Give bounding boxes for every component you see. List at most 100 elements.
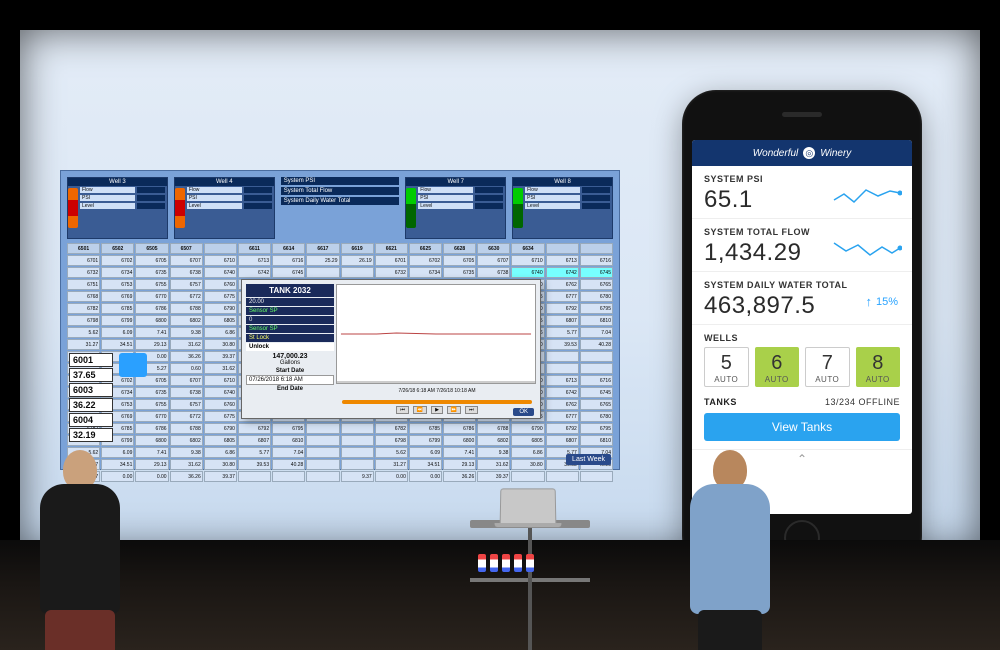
grid-cell[interactable]: 6790 — [204, 303, 237, 314]
grid-cell[interactable]: 6625 — [409, 243, 442, 254]
grid-cell[interactable] — [580, 363, 613, 374]
well-tile[interactable]: 6AUTO — [755, 347, 800, 387]
grid-cell[interactable]: 6745 — [580, 387, 613, 398]
grid-cell[interactable]: 6755 — [135, 399, 168, 410]
grid-cell[interactable]: 39.53 — [546, 339, 579, 350]
grid-cell[interactable]: 6777 — [546, 291, 579, 302]
grid-cell[interactable] — [341, 459, 374, 470]
grid-cell[interactable]: 6810 — [580, 315, 613, 326]
grid-cell[interactable]: 34.51 — [101, 339, 134, 350]
grid-cell[interactable]: 6790 — [511, 423, 544, 434]
grid-cell[interactable]: 6805 — [204, 435, 237, 446]
grid-cell[interactable]: 6799 — [409, 435, 442, 446]
grid-cell[interactable] — [546, 351, 579, 362]
metric-daily-water-total[interactable]: SYSTEM DAILY WATER TOTAL 463,897.5 ↑ 15% — [692, 272, 912, 325]
grid-cell[interactable]: 31.27 — [375, 459, 408, 470]
grid-cell[interactable]: 6716 — [272, 255, 305, 266]
grid-cell[interactable]: 9.38 — [170, 327, 203, 338]
metric-system-psi[interactable]: SYSTEM PSI 65.1 — [692, 166, 912, 219]
grid-cell[interactable]: 6702 — [409, 255, 442, 266]
grid-cell[interactable]: 6788 — [170, 423, 203, 434]
grid-cell[interactable]: 31.27 — [67, 339, 100, 350]
grid-cell[interactable]: 6742 — [546, 387, 579, 398]
grid-cell[interactable]: 6770 — [135, 411, 168, 422]
playback-button[interactable]: ▶ — [431, 406, 443, 414]
grid-cell[interactable]: 30.80 — [204, 459, 237, 470]
grid-cell[interactable]: 6745 — [580, 267, 613, 278]
grid-cell[interactable]: 6621 — [375, 243, 408, 254]
grid-cell[interactable]: 31.62 — [477, 459, 510, 470]
grid-cell[interactable]: 29.13 — [135, 459, 168, 470]
grid-cell[interactable]: 6800 — [443, 435, 476, 446]
grid-cell[interactable]: 6807 — [238, 435, 271, 446]
grid-cell[interactable]: 6614 — [272, 243, 305, 254]
grid-cell[interactable]: 6802 — [170, 315, 203, 326]
grid-cell[interactable]: 6634 — [511, 243, 544, 254]
grid-cell[interactable]: 7.41 — [135, 327, 168, 338]
well-tile[interactable]: 8AUTO — [856, 347, 901, 387]
grid-cell[interactable]: 5.62 — [375, 447, 408, 458]
grid-cell[interactable]: 6800 — [135, 315, 168, 326]
grid-cell[interactable]: 39.37 — [204, 471, 237, 482]
grid-cell[interactable] — [546, 243, 579, 254]
playback-button[interactable]: ⏪ — [413, 406, 427, 414]
grid-cell[interactable]: 36.26 — [170, 471, 203, 482]
grid-cell[interactable]: 6735 — [135, 387, 168, 398]
grid-cell[interactable]: 6507 — [170, 243, 203, 254]
grid-cell[interactable]: 5.77 — [546, 327, 579, 338]
grid-cell[interactable]: 6734 — [101, 267, 134, 278]
grid-cell[interactable]: 6701 — [67, 255, 100, 266]
grid-cell[interactable] — [511, 471, 544, 482]
popup-field[interactable]: St Lock — [246, 334, 334, 342]
grid-cell[interactable]: 6788 — [477, 423, 510, 434]
grid-cell[interactable]: 6792 — [546, 303, 579, 314]
grid-cell[interactable] — [272, 471, 305, 482]
grid-cell[interactable]: 26.19 — [341, 255, 374, 266]
grid-cell[interactable]: 6785 — [409, 423, 442, 434]
scada-id-cell[interactable]: 37.65 — [69, 368, 113, 382]
grid-cell[interactable]: 6765 — [580, 399, 613, 410]
grid-cell[interactable]: 6772 — [170, 411, 203, 422]
grid-cell[interactable] — [238, 471, 271, 482]
grid-cell[interactable]: 34.51 — [409, 459, 442, 470]
grid-cell[interactable] — [306, 447, 339, 458]
grid-cell[interactable]: 6710 — [204, 375, 237, 386]
grid-cell[interactable]: 6740 — [204, 387, 237, 398]
grid-cell[interactable]: 6768 — [67, 291, 100, 302]
grid-cell[interactable] — [546, 471, 579, 482]
grid-cell[interactable]: 6501 — [67, 243, 100, 254]
grid-cell[interactable]: 6795 — [272, 423, 305, 434]
grid-cell[interactable]: 6.09 — [409, 447, 442, 458]
grid-cell[interactable]: 6807 — [546, 315, 579, 326]
grid-cell[interactable]: 6742 — [238, 267, 271, 278]
grid-cell[interactable]: 6738 — [170, 387, 203, 398]
grid-cell[interactable]: 6807 — [546, 435, 579, 446]
popup-start-date[interactable]: 07/26/2018 6:18 AM — [246, 375, 334, 385]
popup-ok-button[interactable]: OK — [513, 408, 534, 416]
grid-cell[interactable]: 6757 — [170, 399, 203, 410]
grid-cell[interactable]: 6780 — [580, 291, 613, 302]
grid-cell[interactable]: 6732 — [375, 267, 408, 278]
grid-cell[interactable]: 6617 — [306, 243, 339, 254]
grid-cell[interactable]: 6734 — [409, 267, 442, 278]
grid-cell[interactable] — [341, 423, 374, 434]
grid-cell[interactable]: 6753 — [101, 279, 134, 290]
grid-cell[interactable] — [546, 363, 579, 374]
grid-cell[interactable]: 31.62 — [204, 363, 237, 374]
grid-cell[interactable]: 6785 — [101, 303, 134, 314]
grid-cell[interactable]: 6786 — [443, 423, 476, 434]
grid-cell[interactable]: 6.86 — [204, 447, 237, 458]
grid-cell[interactable]: 6713 — [546, 255, 579, 266]
grid-cell[interactable] — [306, 435, 339, 446]
grid-cell[interactable]: 6.86 — [511, 447, 544, 458]
grid-cell[interactable]: 6805 — [511, 435, 544, 446]
grid-cell[interactable]: 6795 — [580, 303, 613, 314]
grid-cell[interactable]: 6792 — [546, 423, 579, 434]
scada-id-cell[interactable]: 6001 — [69, 353, 113, 367]
grid-cell[interactable]: 7.04 — [580, 327, 613, 338]
grid-cell[interactable] — [580, 351, 613, 362]
grid-cell[interactable] — [580, 471, 613, 482]
grid-cell[interactable]: 39.53 — [238, 459, 271, 470]
grid-cell[interactable]: 0.00 — [409, 471, 442, 482]
grid-cell[interactable]: 6713 — [546, 375, 579, 386]
